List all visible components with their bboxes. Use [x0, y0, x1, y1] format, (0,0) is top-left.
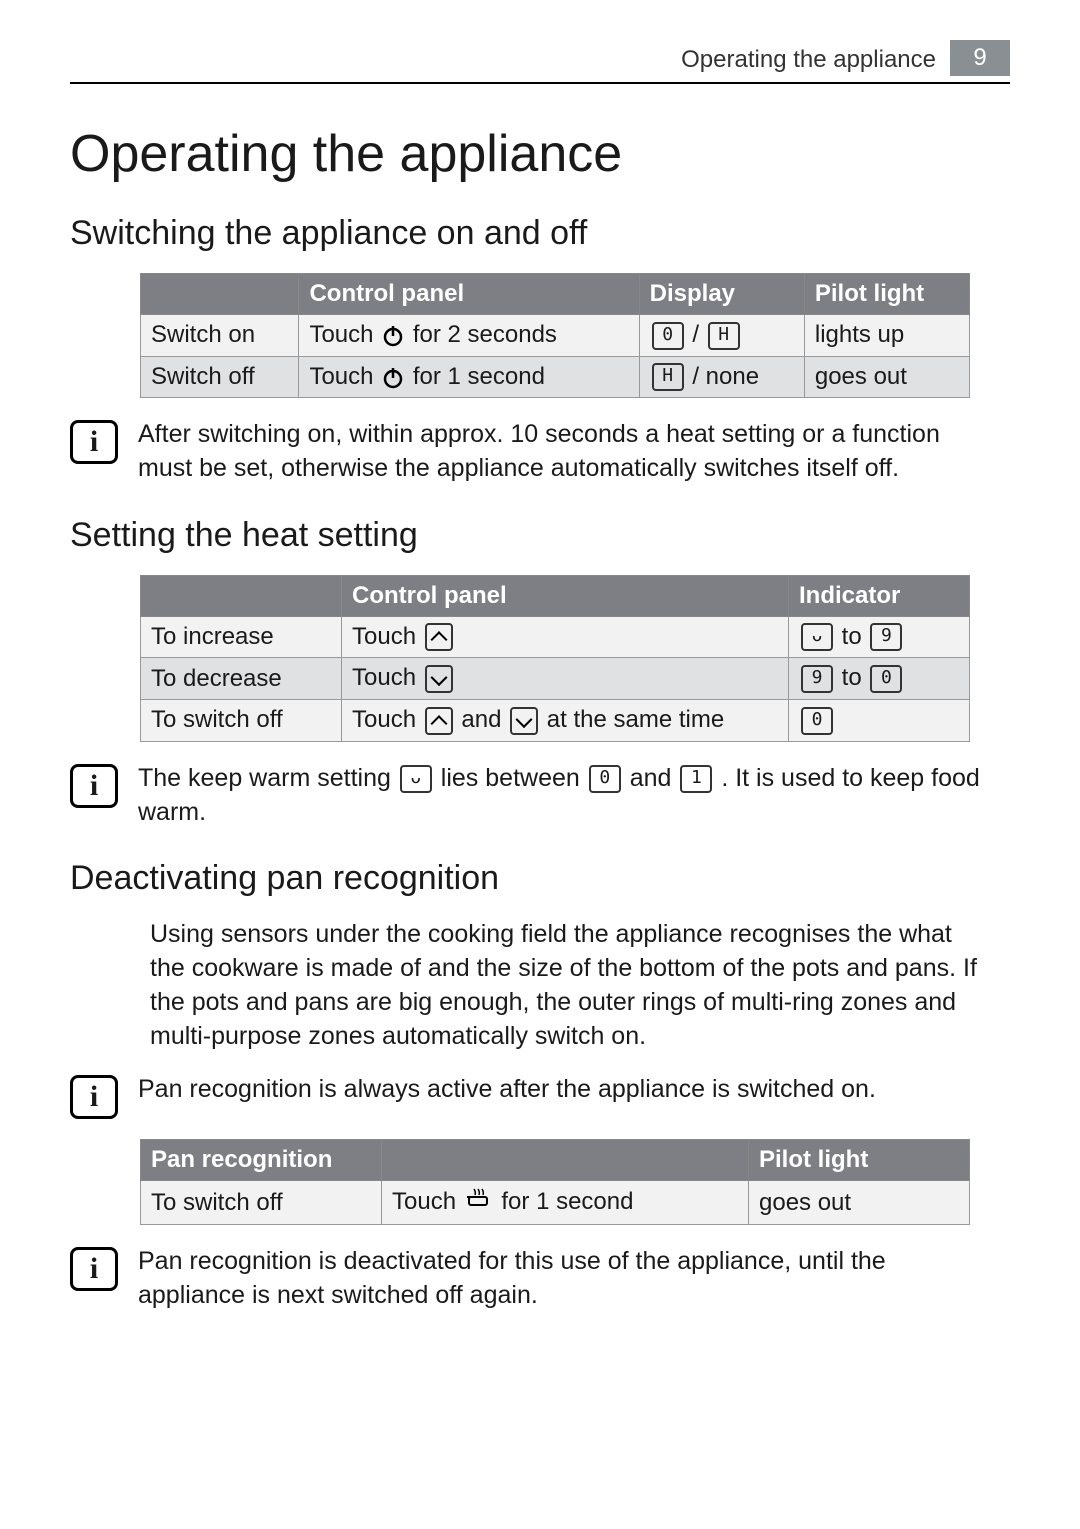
cell-label: To switch off: [141, 700, 342, 742]
col-blank: [382, 1140, 749, 1181]
display-symbol-icon: 0: [652, 322, 684, 350]
cell-display: H / none: [639, 356, 804, 398]
table-row: To increase Touch ᴗ to 9: [141, 616, 970, 658]
page-number: 9: [950, 40, 1010, 76]
col-control-panel: Control panel: [342, 575, 789, 616]
indicator-symbol-icon: 9: [870, 623, 902, 651]
info-note: After switching on, within approx. 10 se…: [70, 418, 1010, 486]
pan-icon: [465, 1187, 493, 1218]
col-pilot-light: Pilot light: [749, 1140, 970, 1181]
table-row: To decrease Touch 9 to 0: [141, 658, 970, 700]
cell-control: Touch and at the same time: [342, 700, 789, 742]
col-indicator: Indicator: [789, 575, 970, 616]
indicator-symbol-icon: 0: [589, 765, 621, 793]
display-symbol-icon: H: [652, 363, 684, 391]
table-heat: Control panel Indicator To increase Touc…: [140, 575, 970, 742]
table-pan: Pan recognition Pilot light To switch of…: [140, 1139, 970, 1225]
cell-indicator: ᴗ to 9: [789, 616, 970, 658]
table-switching: Control panel Display Pilot light Switch…: [140, 273, 970, 398]
header-title: Operating the appliance: [681, 46, 936, 76]
info-note: Pan recognition is always active after t…: [70, 1073, 1010, 1119]
cell-control: Touch: [342, 658, 789, 700]
info-note: Pan recognition is deactivated for this …: [70, 1245, 1010, 1313]
cell-control: Touch for 1 second: [299, 356, 639, 398]
cell-label: Switch on: [141, 315, 299, 357]
chevron-down-icon: [510, 707, 538, 735]
table-row: Switch off Touch for 1 second H / none g…: [141, 356, 970, 398]
page-title: Operating the appliance: [70, 124, 1010, 184]
cell-indicator: 0: [789, 700, 970, 742]
col-control-panel: Control panel: [299, 274, 639, 315]
indicator-symbol-icon: 0: [801, 707, 833, 735]
power-icon: [382, 367, 404, 389]
manual-page: Operating the appliance 9 Operating the …: [0, 0, 1080, 1529]
paragraph: Using sensors under the cooking field th…: [150, 918, 990, 1053]
cell-pilot: lights up: [804, 315, 969, 357]
info-icon: [70, 420, 118, 464]
info-note: The keep warm setting ᴗ lies between 0 a…: [70, 762, 1010, 830]
indicator-symbol-icon: ᴗ: [801, 623, 833, 651]
col-pilot-light: Pilot light: [804, 274, 969, 315]
cell-label: Switch off: [141, 356, 299, 398]
cell-pilot: goes out: [804, 356, 969, 398]
info-text: After switching on, within approx. 10 se…: [138, 418, 990, 486]
table-row: Switch on Touch for 2 seconds 0 / H ligh…: [141, 315, 970, 357]
chevron-up-icon: [425, 623, 453, 651]
keep-warm-symbol-icon: ᴗ: [400, 765, 432, 793]
cell-control: Touch: [342, 616, 789, 658]
cell-indicator: 9 to 0: [789, 658, 970, 700]
cell-label: To switch off: [141, 1181, 382, 1225]
col-pan-recognition: Pan recognition: [141, 1140, 382, 1181]
chevron-up-icon: [425, 707, 453, 735]
display-symbol-icon: H: [708, 322, 740, 350]
chevron-down-icon: [425, 665, 453, 693]
page-header: Operating the appliance 9: [70, 40, 1010, 84]
cell-pilot: goes out: [749, 1181, 970, 1225]
info-icon: [70, 1247, 118, 1291]
col-display: Display: [639, 274, 804, 315]
section-pan-heading: Deactivating pan recognition: [70, 859, 1010, 898]
cell-label: To increase: [141, 616, 342, 658]
section-switching-heading: Switching the appliance on and off: [70, 214, 1010, 253]
col-blank: [141, 575, 342, 616]
cell-label: To decrease: [141, 658, 342, 700]
col-blank: [141, 274, 299, 315]
indicator-symbol-icon: 1: [680, 765, 712, 793]
info-text: The keep warm setting ᴗ lies between 0 a…: [138, 762, 990, 830]
cell-control: Touch for 1 second: [382, 1181, 749, 1225]
indicator-symbol-icon: 9: [801, 665, 833, 693]
power-icon: [382, 325, 404, 347]
table-row: To switch off Touch for 1 second goes ou…: [141, 1181, 970, 1225]
info-icon: [70, 764, 118, 808]
cell-display: 0 / H: [639, 315, 804, 357]
info-icon: [70, 1075, 118, 1119]
info-text: Pan recognition is always active after t…: [138, 1073, 876, 1107]
indicator-symbol-icon: 0: [870, 665, 902, 693]
info-text: Pan recognition is deactivated for this …: [138, 1245, 990, 1313]
section-heat-heading: Setting the heat setting: [70, 516, 1010, 555]
table-row: To switch off Touch and at the same time…: [141, 700, 970, 742]
cell-control: Touch for 2 seconds: [299, 315, 639, 357]
